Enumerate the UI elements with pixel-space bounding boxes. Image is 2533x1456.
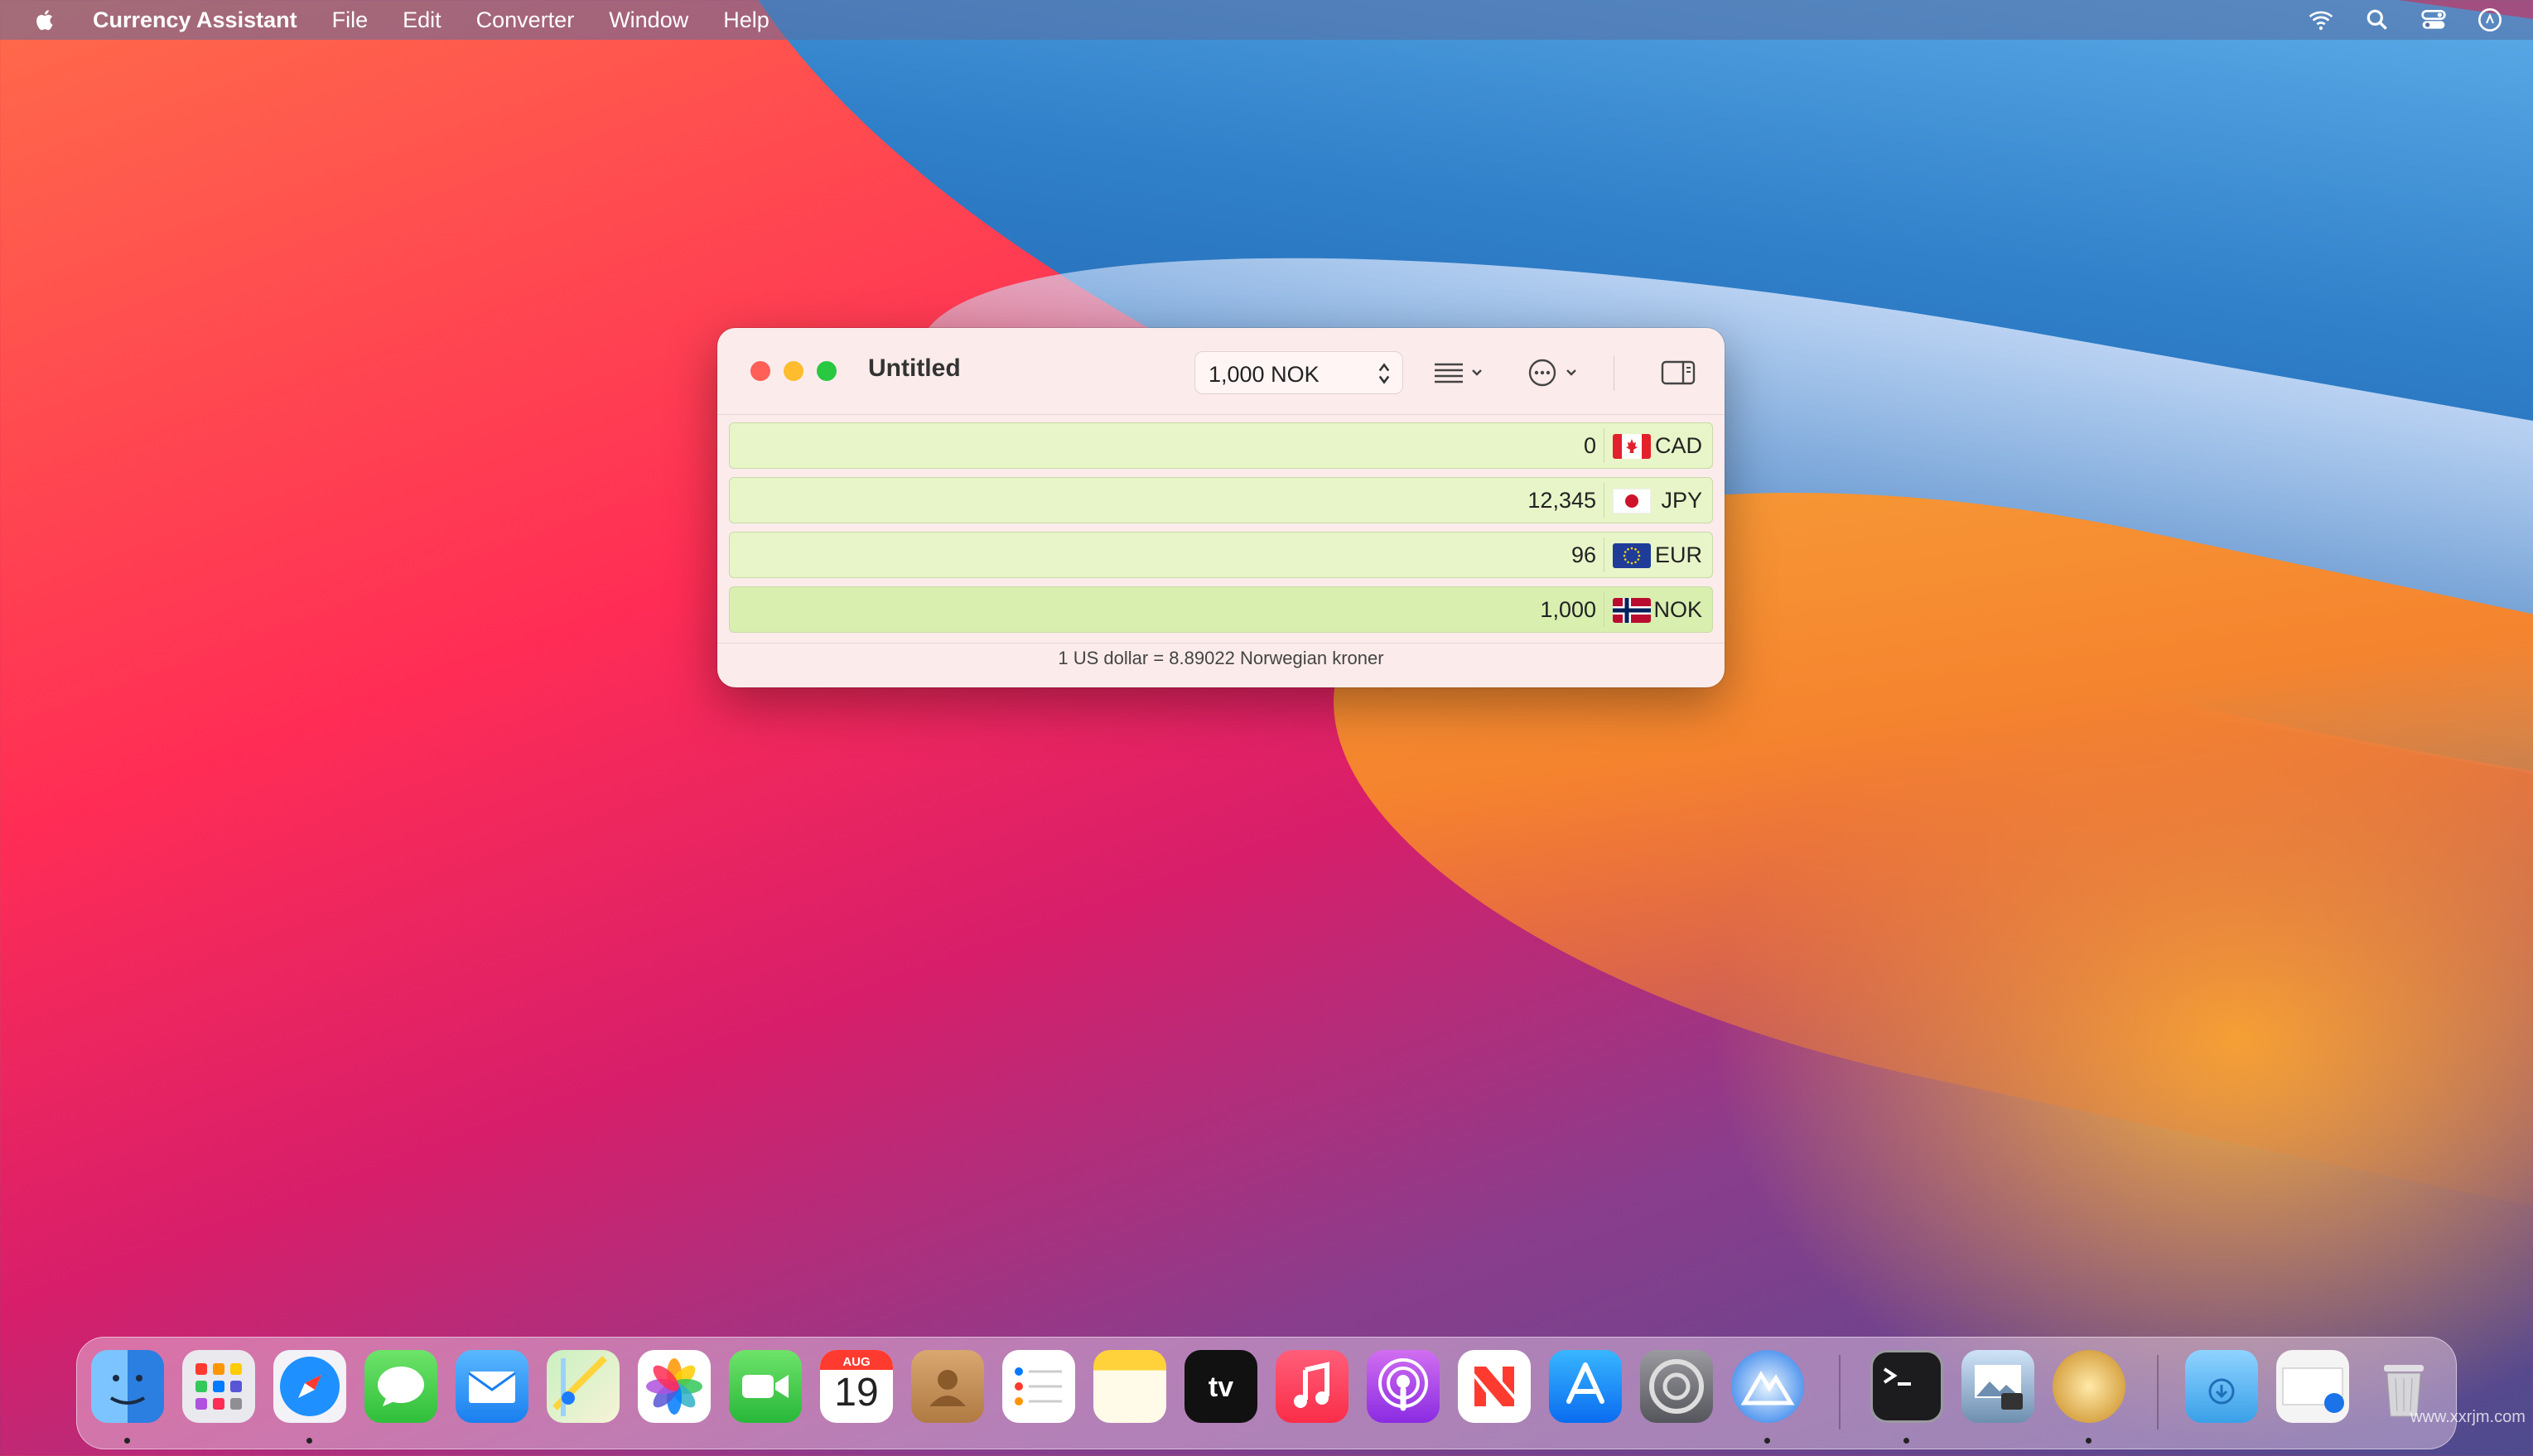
currency-code: CAD [1654, 433, 1702, 458]
sidebar-toggle-icon [1661, 360, 1696, 385]
currency-amount-field[interactable]: 0 [1584, 433, 1596, 459]
currency-code: NOK [1653, 597, 1702, 622]
siri-icon[interactable] [2477, 7, 2503, 33]
menubar-status-area [2308, 0, 2503, 40]
photos-icon[interactable] [638, 1350, 711, 1423]
menu-app-name[interactable]: Currency Assistant [93, 7, 297, 33]
zoom-window-button[interactable] [817, 361, 837, 381]
music-icon[interactable] [1276, 1350, 1349, 1423]
wifi-icon[interactable] [2308, 7, 2334, 33]
more-options-button[interactable] [1526, 351, 1585, 394]
currency-code: JPY [1661, 488, 1702, 513]
exchange-rate-status: 1 US dollar = 8.89022 Norwegian kroner [1058, 648, 1384, 668]
dock-separator [1839, 1355, 1841, 1429]
list-menu-button[interactable] [1431, 351, 1489, 394]
control-center-icon[interactable] [2420, 7, 2447, 33]
terminal-icon[interactable] [1870, 1350, 1943, 1423]
downloads-folder-icon[interactable] [2185, 1350, 2258, 1423]
news-icon[interactable] [1458, 1350, 1531, 1423]
amount-stepper-value: 1,000 NOK [1209, 362, 1320, 387]
currency-rows: 0 CAD 12,345 JPY 96 EUR 1,000 NOK [729, 422, 1713, 641]
norway-flag-icon [1613, 598, 1651, 623]
tv-icon[interactable]: tv [1184, 1350, 1257, 1423]
eu-flag-icon [1613, 543, 1651, 568]
safari-icon[interactable] [273, 1350, 346, 1423]
amount-stepper[interactable]: 1,000 NOK [1194, 351, 1403, 394]
status-divider [717, 643, 1725, 644]
app-store-icon[interactable] [1549, 1350, 1622, 1423]
podcasts-icon[interactable] [1367, 1350, 1440, 1423]
watermark: www.xxrjm.com [2410, 1408, 2526, 1426]
currency-amount-field[interactable]: 1,000 [1540, 597, 1596, 623]
running-indicator [124, 1438, 130, 1444]
window-title: Untitled [868, 354, 961, 382]
menu-file[interactable]: File [332, 7, 369, 33]
screenshot-stack-icon[interactable] [2276, 1350, 2349, 1423]
calendar-month: AUG [842, 1355, 871, 1369]
sidebar-toggle-button[interactable] [1660, 351, 1696, 394]
currency-assistant-dock-icon[interactable] [1731, 1350, 1804, 1423]
launchpad-icon[interactable] [182, 1350, 255, 1423]
menu-converter[interactable]: Converter [476, 7, 575, 33]
tv-label: tv [1208, 1372, 1234, 1403]
running-indicator [1764, 1438, 1770, 1444]
currency-row-jpy[interactable]: 12,345 JPY [729, 477, 1713, 523]
menu-bar: Currency Assistant File Edit Converter W… [0, 0, 2533, 40]
currency-code: EUR [1654, 542, 1702, 567]
system-preferences-icon[interactable] [1640, 1350, 1713, 1423]
contacts-icon[interactable] [911, 1350, 984, 1423]
currency-row-eur[interactable]: 96 EUR [729, 532, 1713, 578]
menu-window[interactable]: Window [609, 7, 688, 33]
converter-window: Untitled 1,000 NOK 0 CAD 12,345 JPY 96 E… [717, 328, 1725, 687]
currency-amount-field[interactable]: 96 [1571, 542, 1596, 568]
running-indicator [1903, 1438, 1909, 1444]
calendar-icon[interactable]: AUG 19 [820, 1350, 893, 1423]
canada-flag-icon [1613, 434, 1651, 459]
currency-row-nok[interactable]: 1,000 NOK [729, 586, 1713, 633]
mail-icon[interactable] [456, 1350, 528, 1423]
running-indicator [2086, 1438, 2092, 1444]
close-window-button[interactable] [750, 361, 770, 381]
maps-icon[interactable] [547, 1350, 620, 1423]
menu-help[interactable]: Help [723, 7, 770, 33]
window-toolbar: Untitled 1,000 NOK [717, 328, 1725, 415]
list-menu-icon [1435, 363, 1482, 383]
notes-icon[interactable] [1093, 1350, 1166, 1423]
reminders-icon[interactable] [1002, 1350, 1075, 1423]
japan-flag-icon [1613, 489, 1651, 513]
menu-edit[interactable]: Edit [403, 7, 441, 33]
console-icon[interactable] [2053, 1350, 2125, 1423]
more-options-icon [1528, 359, 1576, 387]
search-icon[interactable] [2364, 7, 2391, 33]
currency-row-cad[interactable]: 0 CAD [729, 422, 1713, 469]
minimize-window-button[interactable] [784, 361, 803, 381]
preview-icon[interactable] [1961, 1350, 2034, 1423]
finder-icon[interactable] [91, 1350, 164, 1423]
running-indicator [306, 1438, 312, 1444]
facetime-icon[interactable] [729, 1350, 802, 1423]
stepper-arrows-icon[interactable] [1376, 362, 1392, 385]
calendar-day: 19 [834, 1371, 879, 1415]
currency-amount-field[interactable]: 12,345 [1527, 488, 1596, 513]
apple-logo-icon[interactable] [33, 7, 58, 32]
dock-separator [2157, 1355, 2159, 1429]
messages-icon[interactable] [364, 1350, 437, 1423]
